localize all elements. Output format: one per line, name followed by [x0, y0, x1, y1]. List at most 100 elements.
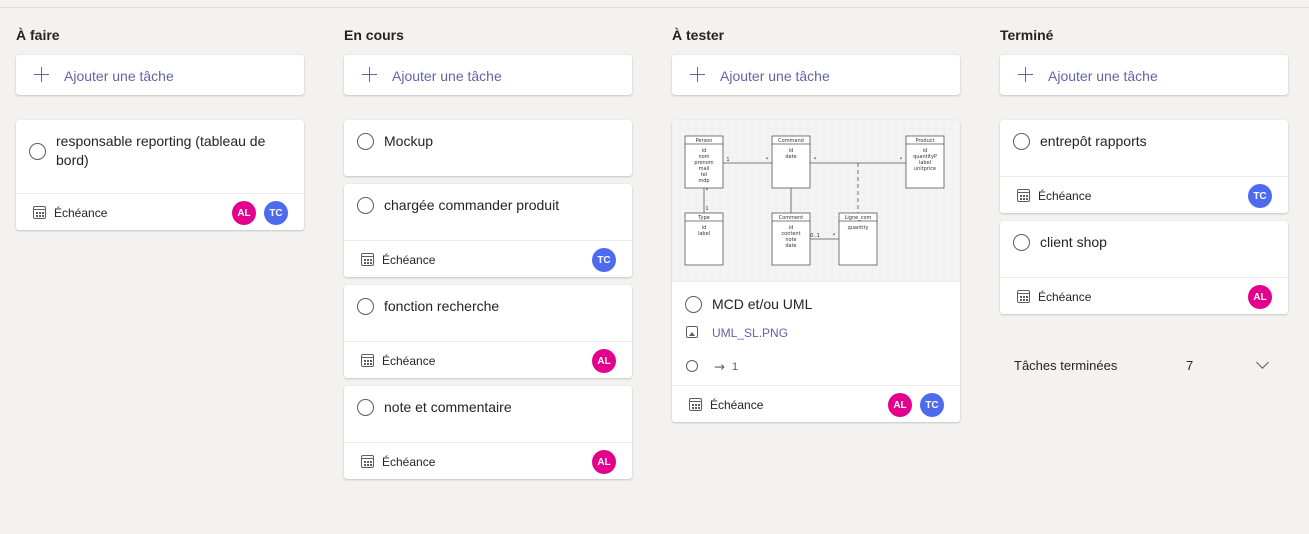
task-card[interactable]: client shop Échéance AL [1000, 221, 1288, 314]
calendar-icon [361, 253, 374, 266]
task-footer: Échéance AL [344, 442, 632, 479]
avatar[interactable]: AL [1248, 285, 1272, 309]
add-task-button[interactable]: Ajouter une tâche [1000, 55, 1288, 95]
avatar[interactable]: TC [264, 201, 288, 225]
uml-entity-field: date [785, 154, 796, 160]
calendar-icon [33, 206, 46, 219]
uml-entity-name: Product [916, 138, 935, 144]
uml-entity-field: label [698, 231, 710, 237]
task-title: note et commentaire [384, 399, 512, 415]
task-title: MCD et/ou UML [712, 296, 813, 312]
task-card[interactable]: entrepôt rapports Échéance TC [1000, 120, 1288, 213]
due-date-label[interactable]: Échéance [710, 398, 763, 412]
plus-icon [34, 67, 49, 82]
complete-task-checkbox[interactable] [357, 298, 374, 315]
attachment-link[interactable]: UML_SL.PNG [712, 326, 788, 340]
avatar[interactable]: AL [232, 201, 256, 225]
attachment-preview-image[interactable]: Person id nom prenom mail tel mdp Command id date… [672, 120, 960, 282]
task-card[interactable]: responsable reporting (tableau de bord) … [16, 120, 304, 230]
attachment-count: 1 [732, 361, 739, 373]
task-title: client shop [1040, 234, 1107, 250]
task-card[interactable]: Mockup [344, 120, 632, 176]
uml-entity-field: unitprice [914, 166, 936, 172]
task-title: chargée commander produit [384, 197, 560, 213]
add-task-button[interactable]: Ajouter une tâche [344, 55, 632, 95]
task-card[interactable]: fonction recherche Échéance AL [344, 285, 632, 378]
uml-entity-name: Person [696, 138, 713, 144]
complete-task-checkbox[interactable] [29, 143, 46, 160]
avatar[interactable]: TC [1248, 184, 1272, 208]
complete-task-checkbox[interactable] [357, 133, 374, 150]
due-date-label[interactable]: Échéance [382, 253, 435, 267]
add-task-button[interactable]: Ajouter une tâche [672, 55, 960, 95]
task-footer: Échéance TC [344, 240, 632, 277]
due-date-label[interactable]: Échéance [54, 206, 107, 220]
task-footer: Échéance AL [1000, 277, 1288, 314]
complete-task-checkbox[interactable] [685, 296, 702, 313]
bucket-a-tester: À tester Ajouter une tâche Person id nom… [672, 0, 960, 534]
completed-tasks-toggle[interactable]: Tâches terminées 7 [1000, 345, 1288, 385]
avatar[interactable]: TC [592, 248, 616, 272]
calendar-icon [361, 354, 374, 367]
due-date-label[interactable]: Échéance [1038, 290, 1091, 304]
chevron-down-icon [1256, 356, 1269, 369]
uml-multiplicity: 1 [705, 206, 708, 212]
avatar[interactable]: AL [592, 450, 616, 474]
bucket-a-faire: À faire Ajouter une tâche responsable re… [16, 0, 304, 534]
uml-entity-name: Type [697, 215, 709, 221]
paperclip-icon: ↗ [710, 357, 729, 376]
plus-icon [362, 67, 377, 82]
uml-entity-name: Command [778, 138, 804, 144]
complete-task-checkbox[interactable] [1013, 234, 1030, 251]
avatar[interactable]: AL [592, 349, 616, 373]
uml-entity-name: Comment [779, 215, 804, 221]
due-date-label[interactable]: Échéance [1038, 189, 1091, 203]
uml-entity-field: quantity [848, 225, 869, 231]
image-icon [686, 326, 698, 338]
completed-tasks-label: Tâches terminées [1014, 358, 1118, 373]
task-title: Mockup [384, 133, 434, 149]
task-footer: Échéance AL TC [16, 193, 304, 230]
uml-entity-field: date [785, 243, 796, 249]
uml-diagram: PersonidnomprenommailtelmdpCommandiddate… [672, 120, 960, 281]
bucket-termine: Terminé Ajouter une tâche entrepôt rappo… [1000, 0, 1288, 534]
add-task-label: Ajouter une tâche [392, 68, 502, 84]
add-task-button[interactable]: Ajouter une tâche [16, 55, 304, 95]
calendar-icon [1017, 189, 1030, 202]
calendar-icon [1017, 290, 1030, 303]
uml-entity-field: mdp [698, 178, 709, 184]
task-card[interactable]: note et commentaire Échéance AL [344, 386, 632, 479]
task-card[interactable]: Person id nom prenom mail tel mdp Command id date… [672, 120, 960, 422]
uml-multiplicity: 0..1 [810, 233, 820, 239]
completed-tasks-count: 7 [1186, 358, 1194, 373]
add-task-label: Ajouter une tâche [1048, 68, 1158, 84]
due-date-label[interactable]: Échéance [382, 354, 435, 368]
uml-multiplicity: 1 [726, 157, 729, 163]
avatar[interactable]: AL [888, 393, 912, 417]
uml-entity-name: Ligne_com [845, 215, 872, 221]
bucket-title[interactable]: À tester [672, 27, 724, 43]
add-task-label: Ajouter une tâche [720, 68, 830, 84]
complete-task-checkbox[interactable] [357, 197, 374, 214]
task-title: entrepôt rapports [1040, 133, 1147, 149]
complete-task-checkbox[interactable] [1013, 133, 1030, 150]
task-footer: Échéance TC [1000, 176, 1288, 213]
due-date-label[interactable]: Échéance [382, 455, 435, 469]
calendar-icon [361, 455, 374, 468]
task-footer: Échéance AL [344, 341, 632, 378]
bucket-title[interactable]: À faire [16, 27, 60, 43]
calendar-icon [689, 398, 702, 411]
plus-icon [1018, 67, 1033, 82]
bucket-title[interactable]: En cours [344, 27, 404, 43]
complete-task-checkbox[interactable] [357, 399, 374, 416]
task-footer: Échéance AL TC [672, 385, 960, 422]
task-card[interactable]: chargée commander produit Échéance TC [344, 184, 632, 277]
avatar[interactable]: TC [920, 393, 944, 417]
task-title: fonction recherche [384, 298, 500, 314]
task-title: responsable reporting (tableau de bord) [56, 133, 266, 168]
bucket-title[interactable]: Terminé [1000, 27, 1053, 43]
comment-icon[interactable] [686, 360, 698, 372]
bucket-en-cours: En cours Ajouter une tâche Mockup chargé… [344, 0, 632, 534]
plus-icon [690, 67, 705, 82]
add-task-label: Ajouter une tâche [64, 68, 174, 84]
